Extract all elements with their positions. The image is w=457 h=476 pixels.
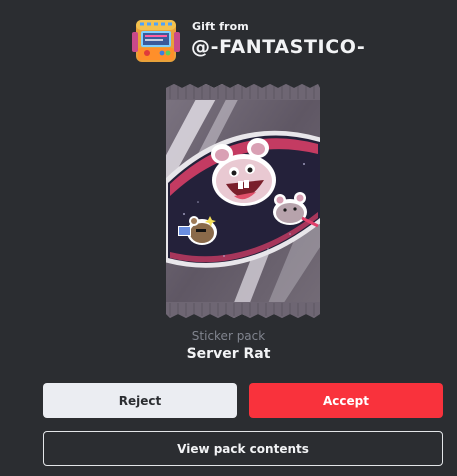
pack-type-label: Sticker pack xyxy=(191,329,266,343)
view-pack-contents-button[interactable]: View pack contents xyxy=(43,431,443,466)
sender-avatar xyxy=(132,20,180,62)
pack-name: Server Rat xyxy=(186,346,271,362)
gift-dialog: Gift from @-FANTASTICO- Sticker pack Ser… xyxy=(0,0,457,476)
sticker-pack-image xyxy=(166,84,320,318)
sender-header: Gift from @-FANTASTICO- xyxy=(132,16,432,66)
reject-button[interactable]: Reject xyxy=(43,383,237,418)
sender-name: @-FANTASTICO- xyxy=(191,36,366,58)
gift-from-label: Gift from xyxy=(192,20,249,33)
accept-button[interactable]: Accept xyxy=(249,383,443,418)
